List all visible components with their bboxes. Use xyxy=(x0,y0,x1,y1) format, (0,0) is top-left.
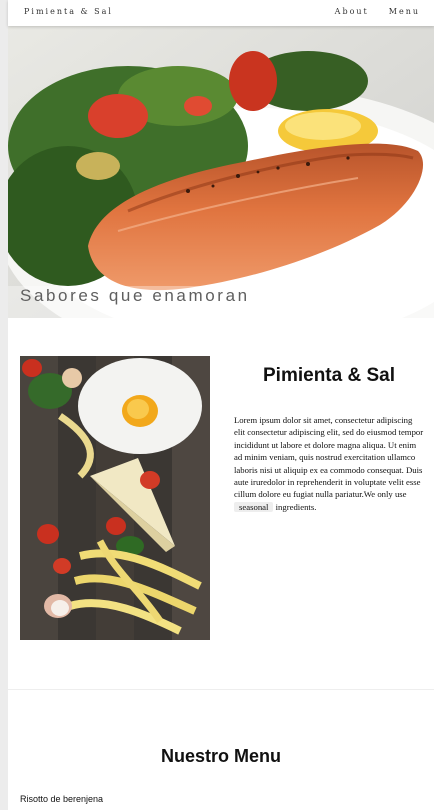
page-left-gutter xyxy=(0,0,8,810)
about-section: Pimienta & Sal Lorem ipsum dolor sit ame… xyxy=(8,318,434,690)
pasta-illustration xyxy=(20,356,210,640)
top-navbar: Pimienta & Sal About Menu xyxy=(8,0,434,26)
nav-link-about[interactable]: About xyxy=(335,7,369,16)
menu-item: Risotto de berenjena xyxy=(20,794,104,804)
seasonal-tag: seasonal xyxy=(234,501,274,512)
hero-caption: Sabores que enamoran xyxy=(20,286,250,305)
section-divider xyxy=(8,689,434,690)
about-body-text: Lorem ipsum dolor sit amet, consectetur … xyxy=(234,415,424,500)
brand-link[interactable]: Pimienta & Sal xyxy=(24,7,113,16)
about-image xyxy=(20,356,210,640)
nav-link-menu[interactable]: Menu xyxy=(389,7,420,16)
page: Pimienta & Sal About Menu Sabores que en… xyxy=(8,0,434,810)
hero-image xyxy=(8,26,434,318)
hero-section: Sabores que enamoran xyxy=(8,26,434,318)
menu-title: Nuestro Menu xyxy=(160,746,281,766)
about-body-tail: ingredients. xyxy=(275,501,317,512)
about-description: Lorem ipsum dolor sit amet, consectetur … xyxy=(234,414,424,513)
nav-links: About Menu xyxy=(335,7,420,16)
about-title: Pimienta & Sal xyxy=(263,365,395,386)
